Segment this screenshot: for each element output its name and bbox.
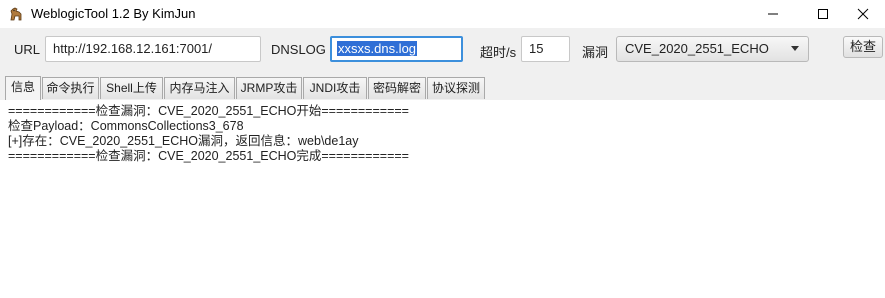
- close-icon: [857, 8, 868, 20]
- url-label: URL: [14, 42, 41, 57]
- window-title: WeblogicTool 1.2 By KimJun: [31, 6, 196, 21]
- minimize-button[interactable]: [750, 0, 795, 28]
- tab-label: Shell上传: [106, 81, 157, 95]
- dnslog-label: DNSLOG: [271, 42, 326, 57]
- output-line: [+]存在：CVE_2020_2551_ECHO漏洞，返回信息：web\de1a…: [8, 134, 359, 148]
- tab-label: JRMP攻击: [240, 81, 298, 95]
- tab-info[interactable]: 信息: [5, 76, 41, 100]
- url-input-value: http://192.168.12.161:7001/: [53, 41, 213, 56]
- maximize-icon: [817, 9, 828, 19]
- tab-memshell-inject[interactable]: 内存马注入: [164, 77, 235, 99]
- tab-password-decrypt[interactable]: 密码解密: [368, 77, 426, 99]
- tab-jrmp-attack[interactable]: JRMP攻击: [236, 77, 302, 99]
- chevron-down-icon: [791, 46, 799, 51]
- tab-shell-upload[interactable]: Shell上传: [100, 77, 163, 99]
- minimize-icon: [767, 13, 778, 15]
- check-button[interactable]: 检查: [843, 36, 883, 58]
- tab-label: 信息: [10, 80, 35, 94]
- vuln-label: 漏洞: [582, 45, 609, 60]
- output-line: ============检查漏洞：CVE_2020_2551_ECHO完成===…: [8, 149, 409, 163]
- close-button[interactable]: [840, 0, 885, 28]
- timeout-label: 超时/s: [480, 45, 517, 60]
- tab-label: 命令执行: [46, 81, 95, 95]
- output-line: ============检查漏洞：CVE_2020_2551_ECHO开始===…: [8, 104, 409, 118]
- title-bar: WeblogicTool 1.2 By KimJun: [0, 0, 885, 28]
- horse-icon: [10, 7, 22, 21]
- tab-strip: 信息 命令执行 Shell上传 内存马注入 JRMP攻击 JNDI攻击 密码解密…: [0, 71, 885, 101]
- tab-label: 协议探测: [431, 81, 480, 95]
- tab-label: 密码解密: [372, 81, 421, 95]
- timeout-input-value: 15: [529, 41, 544, 56]
- tab-jndi-attack[interactable]: JNDI攻击: [303, 77, 367, 99]
- output-line: 检查Payload：CommonsCollections3_678: [8, 119, 244, 133]
- maximize-button[interactable]: [800, 0, 845, 28]
- tab-label: JNDI攻击: [309, 81, 361, 95]
- timeout-input[interactable]: 15: [521, 36, 570, 62]
- tab-protocol-detect[interactable]: 协议探测: [427, 77, 485, 99]
- check-button-label: 检查: [849, 39, 876, 54]
- tab-label: 内存马注入: [169, 81, 230, 95]
- tab-command-exec[interactable]: 命令执行: [42, 77, 99, 99]
- toolbar: URL http://192.168.12.161:7001/ DNSLOG x…: [0, 28, 885, 71]
- dnslog-input-value: xxsxs.dns.log: [337, 41, 418, 56]
- output-textarea[interactable]: ============检查漏洞：CVE_2020_2551_ECHO开始===…: [0, 100, 885, 298]
- dnslog-input[interactable]: xxsxs.dns.log: [330, 36, 463, 62]
- vuln-select-value: CVE_2020_2551_ECHO: [625, 41, 769, 56]
- url-input[interactable]: http://192.168.12.161:7001/: [45, 36, 261, 62]
- vuln-select[interactable]: CVE_2020_2551_ECHO: [616, 36, 809, 62]
